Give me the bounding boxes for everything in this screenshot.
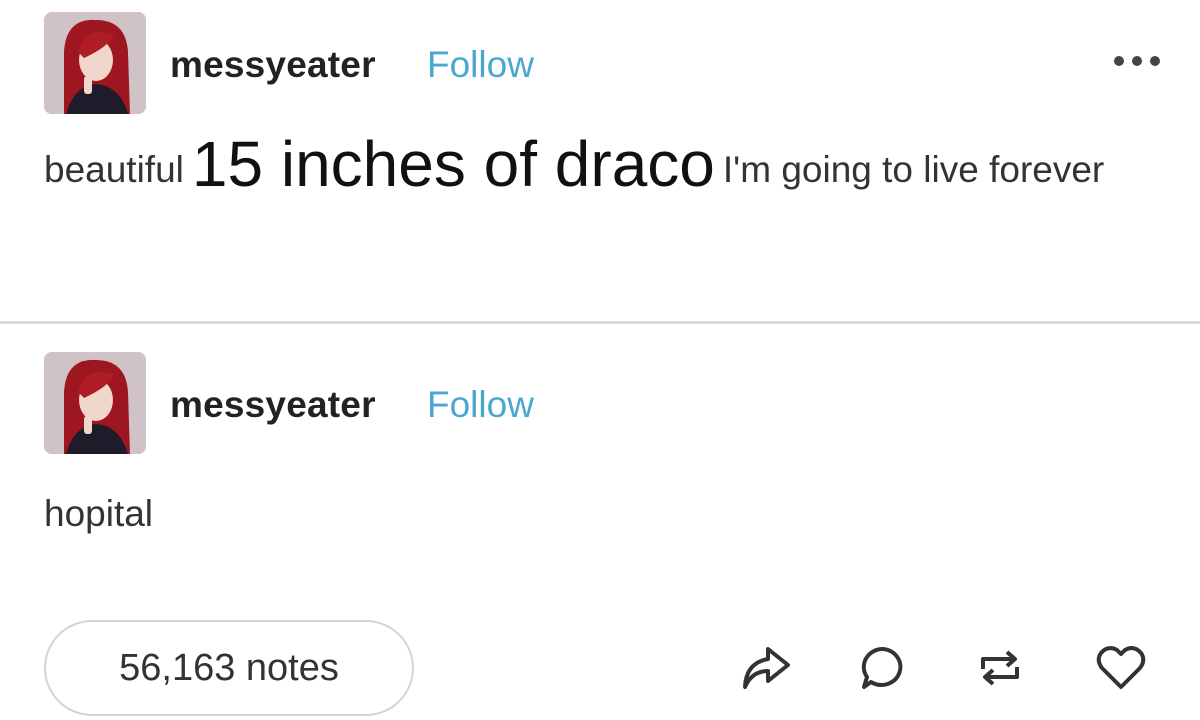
post-text-end: I'm going to live forever: [722, 149, 1105, 190]
post-body: hopital: [44, 478, 1164, 550]
follow-button[interactable]: Follow: [427, 44, 534, 86]
follow-button[interactable]: Follow: [427, 384, 534, 426]
reply-icon[interactable]: [855, 640, 911, 696]
post-text: hopital: [44, 493, 154, 534]
like-icon[interactable]: [1093, 640, 1149, 696]
share-icon[interactable]: [738, 640, 794, 696]
reblog-icon[interactable]: [972, 640, 1028, 696]
more-options-icon[interactable]: [1102, 46, 1172, 76]
username[interactable]: messyeater: [170, 384, 376, 426]
avatar[interactable]: [44, 352, 146, 454]
post-body: beautiful 15 inches of draco I'm going to …: [44, 128, 1164, 206]
post-text-start: beautiful: [44, 149, 184, 190]
post-divider: [0, 321, 1200, 324]
username[interactable]: messyeater: [170, 44, 376, 86]
post-text-big: 15 inches of draco: [191, 128, 715, 200]
notes-button[interactable]: 56,163 notes: [44, 620, 414, 716]
avatar[interactable]: [44, 12, 146, 114]
